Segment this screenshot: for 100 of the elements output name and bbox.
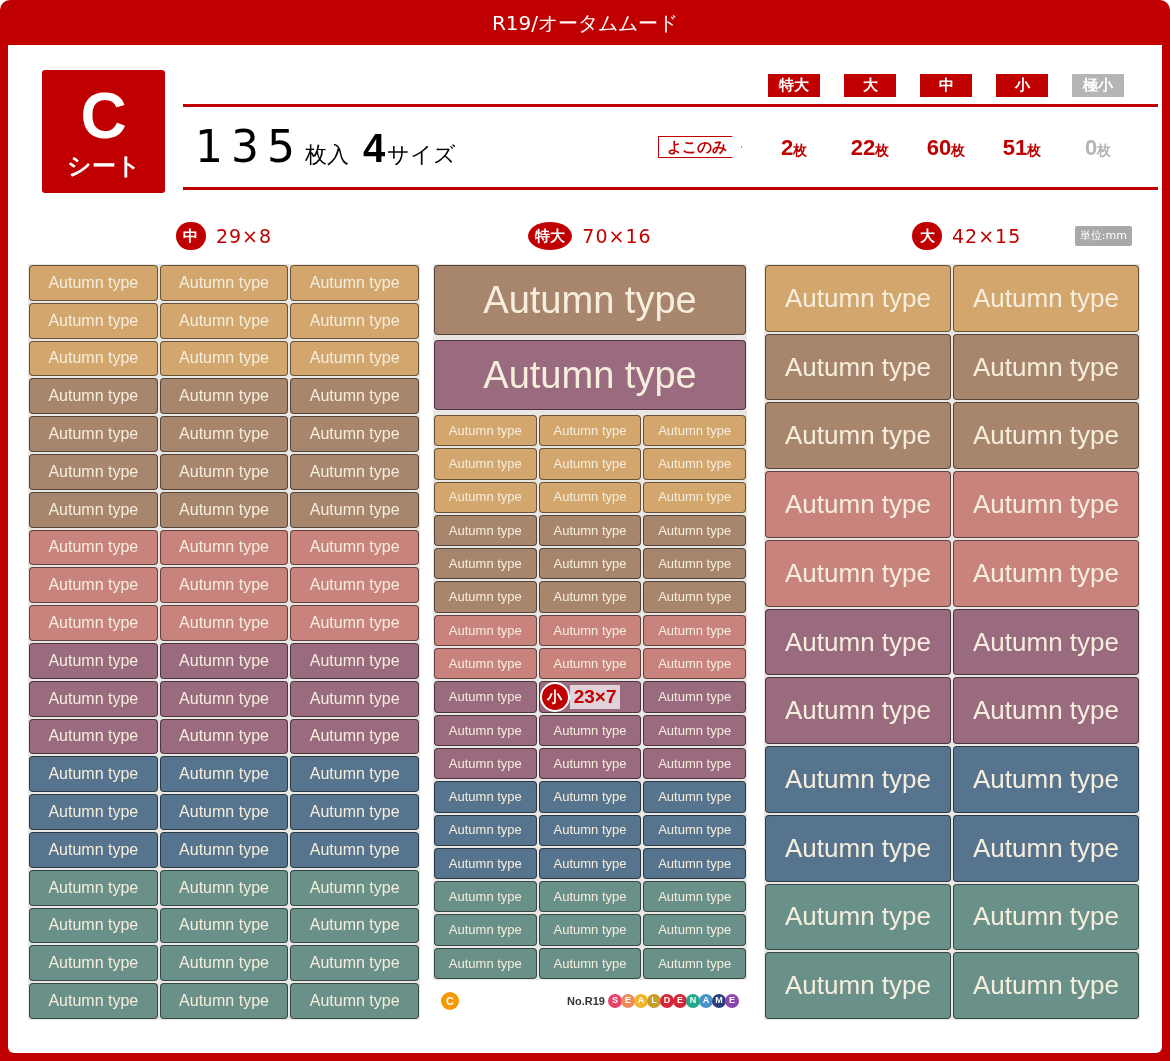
- name-sticker: Autumn type: [290, 416, 419, 452]
- name-sticker: Autumn type: [29, 416, 158, 452]
- name-sticker: Autumn type: [159, 869, 289, 906]
- name-sticker: Autumn type: [643, 614, 746, 647]
- name-sticker: Autumn type: [953, 402, 1139, 470]
- name-sticker: Autumn type: [434, 514, 537, 547]
- name-sticker: Autumn type: [538, 514, 642, 547]
- name-sticker: Autumn type: [29, 642, 158, 679]
- size-badge: 小: [539, 682, 570, 713]
- name-sticker: Autumn type: [159, 680, 289, 717]
- name-sticker: Autumn type: [290, 340, 419, 377]
- count-unit: 枚入: [305, 141, 349, 169]
- name-sticker: Autumn type: [538, 881, 642, 913]
- name-sticker: Autumn type: [765, 677, 951, 745]
- name-sticker: Autumn type: [159, 605, 289, 641]
- name-sticker: Autumn type: [159, 378, 289, 415]
- logo-letter: A: [699, 994, 713, 1008]
- count-unit: 枚: [1097, 141, 1112, 160]
- name-sticker: Autumn type: [538, 947, 642, 980]
- name-sticker: Autumn type: [159, 567, 289, 604]
- name-sticker: Autumn type: [765, 471, 951, 538]
- name-sticker: Autumn type: [290, 680, 419, 717]
- name-sticker: Autumn type: [434, 747, 537, 780]
- product-number: No.R19: [567, 993, 605, 1009]
- name-sticker: Autumn type: [29, 378, 158, 415]
- name-sticker: Autumn type: [29, 983, 158, 1019]
- unit-note: 単位:mm: [1074, 226, 1132, 246]
- name-sticker: Autumn type: [159, 265, 289, 301]
- name-sticker: Autumn type: [643, 747, 746, 780]
- size-badge: 中: [175, 222, 206, 250]
- name-sticker: Autumn type: [643, 781, 746, 813]
- size-dimensions: 23×7: [569, 685, 621, 709]
- name-sticker: Autumn type: [29, 794, 158, 830]
- name-sticker: Autumn type: [29, 945, 158, 982]
- name-sticker: Autumn type: [643, 914, 746, 946]
- name-sticker: Autumn type: [538, 648, 642, 680]
- name-sticker: Autumn type: [29, 265, 158, 301]
- name-sticker: Autumn type: [29, 680, 158, 717]
- name-sticker: Autumn type: [643, 847, 746, 880]
- size-dimensions: 29×8: [215, 223, 273, 249]
- name-sticker: Autumn type: [953, 746, 1139, 813]
- name-sticker: Autumn type: [290, 831, 419, 868]
- logo-letter: S: [608, 994, 622, 1008]
- logo-letter: E: [621, 994, 635, 1008]
- count-unit: 枚: [951, 141, 966, 160]
- count-value: 0: [1084, 133, 1098, 162]
- name-sticker: Autumn type: [434, 448, 537, 480]
- name-sticker: Autumn type: [434, 947, 537, 980]
- name-sticker: Autumn type: [953, 952, 1139, 1020]
- name-sticker: Autumn type: [434, 881, 537, 913]
- name-sticker: Autumn type: [643, 481, 746, 513]
- sheet-mark: C: [441, 992, 459, 1010]
- logo-letter: E: [725, 994, 739, 1008]
- name-sticker: Autumn type: [159, 302, 289, 339]
- name-sticker: Autumn type: [159, 718, 289, 755]
- name-sticker: Autumn type: [290, 869, 419, 906]
- name-sticker: Autumn type: [159, 340, 289, 377]
- name-sticker: Autumn type: [538, 614, 642, 647]
- name-sticker: Autumn type: [765, 539, 951, 607]
- count-value: 22: [850, 133, 876, 162]
- name-sticker: Autumn type: [290, 907, 419, 944]
- name-sticker: Autumn type: [434, 415, 537, 447]
- name-sticker: Autumn type: [434, 781, 537, 813]
- name-sticker: Autumn type: [29, 529, 158, 566]
- logo-letter: D: [660, 994, 674, 1008]
- name-sticker: Autumn type: [538, 914, 642, 946]
- badge-label: シート: [66, 151, 141, 180]
- name-sticker: Autumn type: [159, 983, 289, 1019]
- name-sticker: Autumn type: [538, 714, 642, 746]
- name-sticker: Autumn type: [29, 302, 158, 339]
- name-sticker: Autumn type: [643, 648, 746, 680]
- badge-letter: C: [80, 83, 127, 148]
- name-sticker: Autumn type: [290, 491, 419, 528]
- name-sticker: Autumn type: [643, 681, 746, 713]
- name-sticker: Autumn type: [290, 718, 419, 755]
- sheet-title: R19/オータムムード: [491, 9, 679, 37]
- name-sticker: Autumn type: [159, 756, 289, 793]
- name-sticker: Autumn type: [538, 747, 642, 780]
- count-value: 60: [926, 133, 952, 162]
- name-sticker: Autumn type: [434, 481, 537, 513]
- name-sticker: Autumn type: [29, 567, 158, 604]
- count-unit: 枚: [1027, 141, 1042, 160]
- logo-letter: E: [673, 994, 687, 1008]
- name-sticker: Autumn type: [434, 340, 746, 410]
- name-sticker: Autumn type: [538, 415, 642, 447]
- size-label: 大: [844, 74, 896, 97]
- name-sticker: Autumn type: [290, 567, 419, 604]
- name-sticker: Autumn type: [643, 947, 746, 980]
- name-sticker: Autumn type: [29, 491, 158, 528]
- sticker-count: 135: [195, 120, 303, 174]
- name-sticker: Autumn type: [953, 265, 1139, 332]
- name-sticker: Autumn type: [434, 581, 537, 613]
- name-sticker: Autumn type: [765, 265, 951, 332]
- name-sticker: Autumn type: [765, 814, 951, 882]
- name-sticker: Autumn type: [434, 847, 537, 880]
- name-sticker: Autumn type: [953, 677, 1139, 745]
- name-sticker: Autumn type: [434, 714, 537, 746]
- name-sticker: Autumn type: [290, 945, 419, 982]
- name-sticker: Autumn type: [643, 514, 746, 547]
- name-sticker: Autumn type: [643, 548, 746, 580]
